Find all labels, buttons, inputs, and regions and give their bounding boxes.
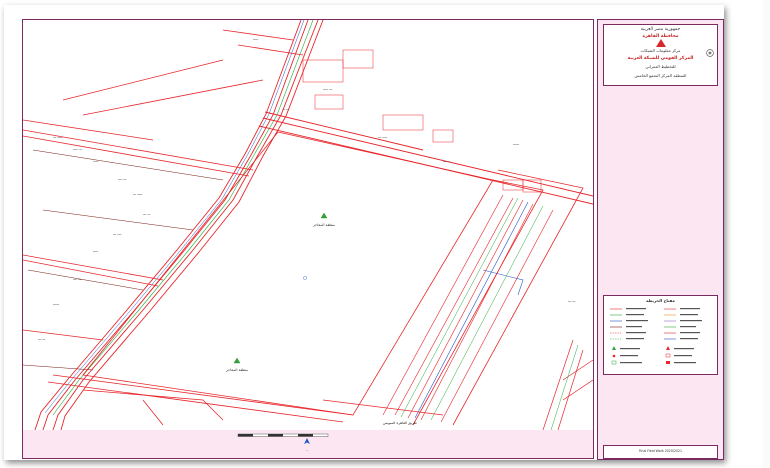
bottom-road-label: طريق القاهرة السويس	[383, 421, 417, 425]
title-line-6: المنطقة المركز التجمع الخامس	[634, 73, 687, 78]
legend-title: مفتاح الخريطة	[646, 298, 675, 303]
map-sheet: ـــــ ـــ ـــ ـــــ ـــــ ـــ ــــ ـــــ ـ…	[4, 5, 724, 460]
svg-text:ـــــ: ـــــ	[92, 159, 99, 163]
svg-text:ــــــ: ــــــ	[512, 142, 520, 146]
north-arrow-icon: ـ	[304, 438, 310, 452]
svg-text:ـــ ـــــ: ـــ ـــــ	[322, 87, 333, 91]
svg-text:ـــ ـــ: ـــ ـــ	[442, 159, 451, 163]
block-label-top: منطقة المحاجر	[312, 223, 335, 227]
svg-text:ـــــ ـــ: ـــــ ـــ	[132, 192, 143, 196]
logo-triangle-icon	[656, 39, 666, 47]
sheet-footer: Final Field Work 2020/2021	[603, 445, 718, 459]
svg-text:ـــ ـــــ: ـــ ـــــ	[72, 147, 83, 151]
svg-text:ــــــ: ــــــ	[52, 302, 60, 306]
svg-text:ـــ ــــ: ـــ ــــ	[117, 177, 127, 181]
title-line-1: جمهورية مصر العربية	[640, 27, 681, 32]
map-panel[interactable]: ـــــ ـــ ـــ ـــــ ـــــ ـــ ــــ ـــــ ـ…	[22, 19, 594, 431]
svg-text:ـ: ـ	[305, 447, 308, 452]
title-line-4: المركز القومي للشبكة العربية	[627, 56, 694, 61]
svg-text:ـــــ: ـــــ	[252, 37, 259, 41]
svg-text:ـــ ـــ: ـــ ـــ	[567, 299, 576, 303]
svg-text:ـــ ــــ: ـــ ــــ	[72, 277, 82, 281]
svg-text:ـــــ: ـــــ	[92, 249, 99, 253]
scale-bar: ـ	[237, 433, 329, 452]
map-canvas: ـــــ ــــــ ـــــ ــــــــ ــــ ـــــ ـ…	[23, 20, 593, 430]
title-block: جمهورية مصر العربية محافظة القاهرة مركز …	[603, 24, 718, 86]
title-line-3: مركز معلومات الشبكات	[640, 48, 681, 53]
svg-text:ـــــ ـــ: ـــــ ـــ	[377, 135, 388, 139]
block-label-bottom: منطقة المحاجر	[225, 368, 248, 372]
sheet-info-panel: جمهورية مصر العربية محافظة القاهرة مركز …	[597, 19, 724, 460]
title-line-5: للتخطيط العمراني	[645, 64, 676, 69]
svg-text:ـــ ـــ: ـــ ـــ	[37, 337, 46, 341]
legend-symbols	[610, 308, 702, 365]
page-edge	[763, 0, 770, 468]
svg-text:ـــ ـــ: ـــ ـــ	[142, 212, 151, 216]
svg-text:ـــ ــ: ـــ ــ	[282, 107, 290, 111]
scale-strip: ـ	[22, 430, 594, 459]
svg-text:ــــ ـــ: ــــ ـــ	[112, 232, 122, 236]
map-legend: مفتاح الخريطة	[603, 295, 718, 375]
svg-text:ـــــ ـــ: ـــــ ـــ	[52, 135, 63, 139]
footer-text: Final Field Work 2020/2021	[638, 449, 683, 453]
